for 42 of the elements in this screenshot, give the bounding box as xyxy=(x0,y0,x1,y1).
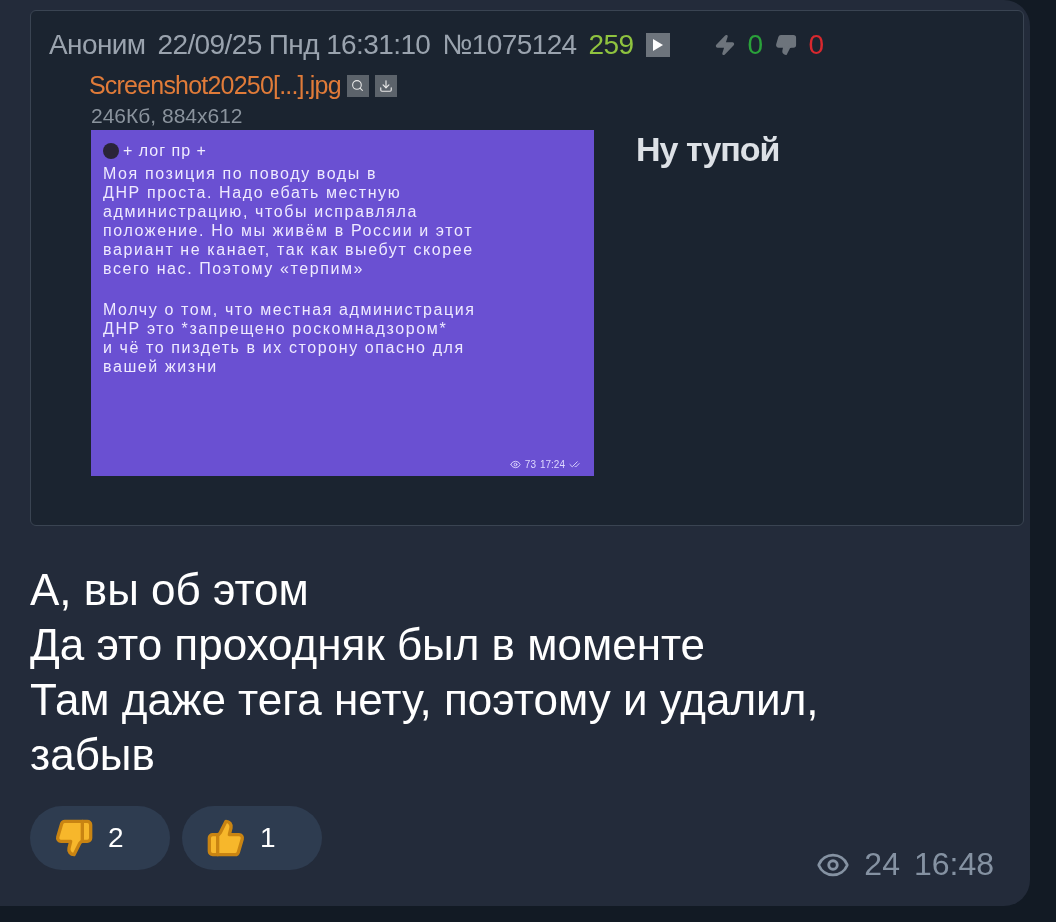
file-link[interactable]: Screenshot20250[...].jpg xyxy=(89,71,341,100)
message-time: 16:48 xyxy=(913,846,994,883)
file-info: 246Кб, 884x612 xyxy=(91,104,244,128)
dislike-count: 0 xyxy=(808,29,824,61)
post-text-line: всего нас. Поэтому «терпим» xyxy=(103,259,366,278)
post-text: Ну тупой xyxy=(636,130,780,170)
channel-avatar xyxy=(103,143,119,159)
channel-name: + лог пр + xyxy=(123,142,207,160)
post-author: Аноним xyxy=(49,29,146,61)
like-count: 0 xyxy=(747,29,763,61)
search-button[interactable] xyxy=(346,74,369,97)
post-text-line: ДНР это *запрещено роскомнадзором* xyxy=(103,319,449,338)
attached-screenshot[interactable] xyxy=(91,130,594,476)
play-icon[interactable] xyxy=(645,33,670,57)
thumbs-up-icon xyxy=(206,818,246,858)
message-text: Там даже тега нету, поэтому и удалил, забыв xyxy=(30,674,820,781)
post-text-line: вашей жизни xyxy=(103,357,219,376)
reaction-button[interactable]: 2 xyxy=(30,806,170,870)
lightning-icon[interactable] xyxy=(713,34,736,56)
read-check-icon xyxy=(569,459,580,470)
message-text: Да это проходняк был в моменте xyxy=(30,619,707,671)
post-number: №1075124 xyxy=(442,29,577,61)
download-icon xyxy=(378,78,393,93)
post-date: 22/09/25 Пнд 16:31:10 xyxy=(157,29,431,61)
post-time: 17:24 xyxy=(539,459,565,470)
view-count: 73 xyxy=(524,459,536,470)
download-button[interactable] xyxy=(374,74,397,97)
thumbs-down-icon[interactable] xyxy=(774,34,797,56)
post-text-line: положение. Но мы живём в России и этот xyxy=(103,221,475,240)
eye-icon xyxy=(509,459,521,470)
reply-count: 259 xyxy=(588,29,634,61)
post-text-line: Молчу о том, что местная администрация xyxy=(103,300,477,319)
post-text-line: Моя позиция по поводу воды в xyxy=(103,164,379,183)
thumbs-down-icon xyxy=(54,818,94,858)
view-count: 24 xyxy=(864,846,900,883)
search-icon xyxy=(351,79,365,92)
reaction-button[interactable]: 1 xyxy=(182,806,322,870)
post-text-line: администрацию, чтобы исправляла xyxy=(103,202,419,221)
post-text-line: ДНР проста. Надо ебать местную xyxy=(103,183,403,202)
post-text-line: и чё то пиздеть в их сторону опасно для xyxy=(103,338,466,357)
message-text: А, вы об этом xyxy=(30,564,310,616)
post-text-line: вариант не канает, так как выебут скорее xyxy=(103,240,475,259)
